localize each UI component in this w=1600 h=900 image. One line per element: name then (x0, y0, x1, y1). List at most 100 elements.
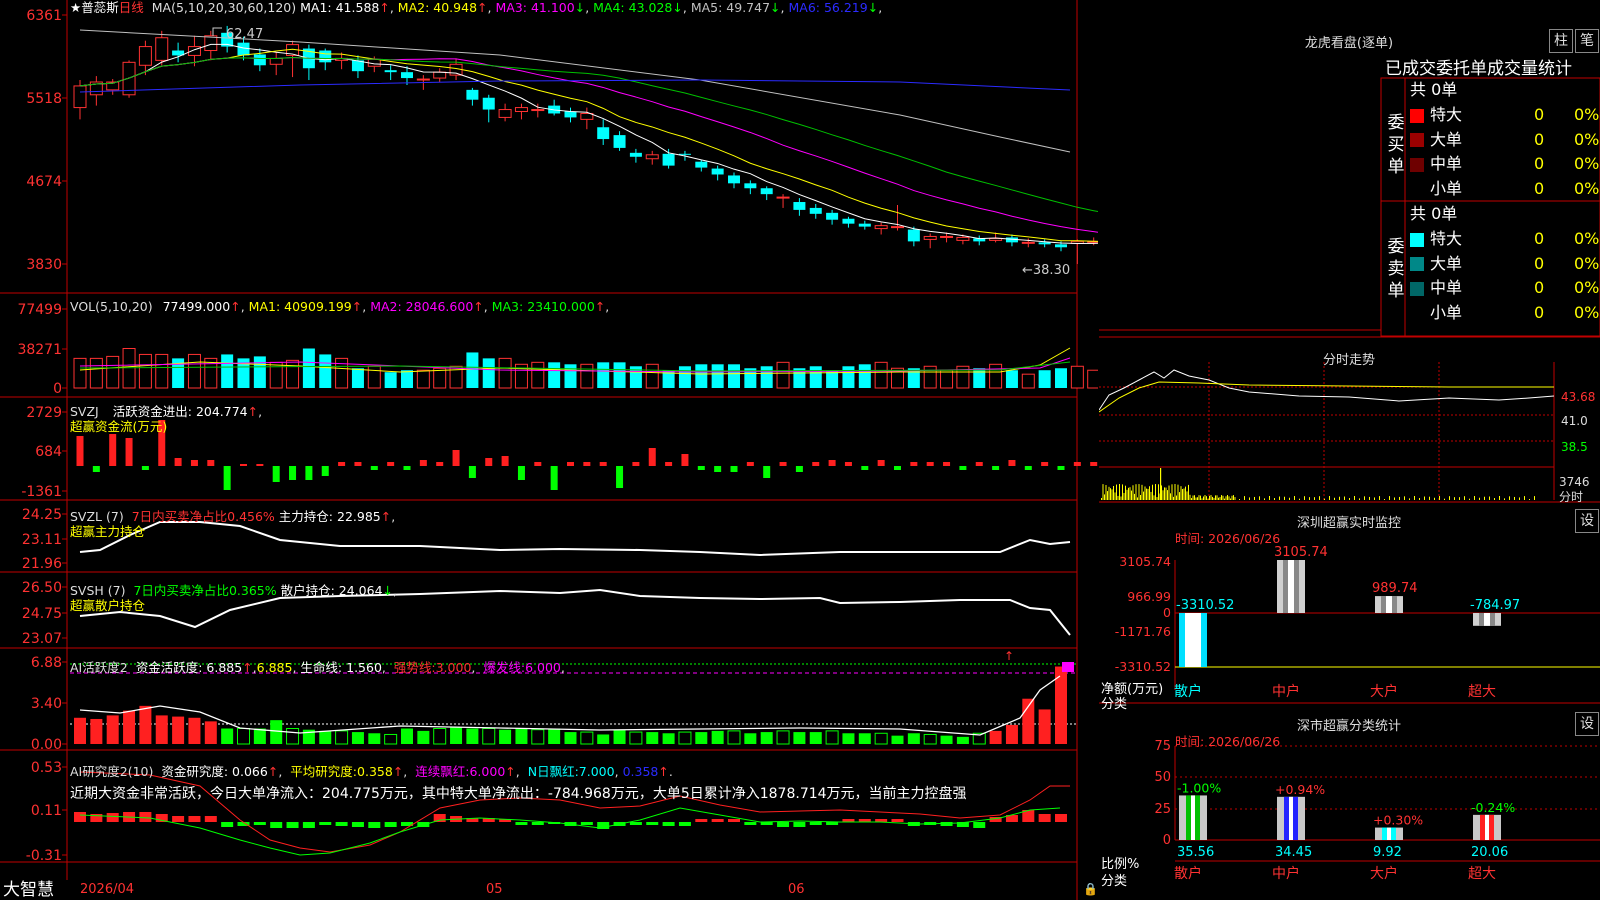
sell-total: 共 0单 (1410, 204, 1458, 223)
ai-active-bar (842, 733, 855, 744)
svzj-bar (190, 460, 198, 466)
vol-ma-arrow-3: ↑ (594, 299, 606, 314)
candle (269, 57, 283, 65)
intraday-vol-bar (1319, 496, 1320, 500)
candle (793, 202, 806, 210)
sz-class-left1: 比例% (1101, 857, 1140, 872)
intraday-vol-bar (1176, 495, 1177, 500)
intraday-vol-bar (1494, 498, 1495, 500)
buy-total: 共 0单 (1410, 80, 1458, 99)
ai-research-bar (253, 822, 266, 825)
svzj-bar (992, 466, 1000, 470)
sz-monitor-settings-button[interactable]: 设 (1575, 509, 1599, 533)
ai-research-header: AI研究度2(10) 资金研究度: 0.066↑, 平均研究度:0.358↑, … (70, 764, 673, 779)
ai-active-bar (776, 730, 790, 745)
svzl-header: SVZL (7) 7日内买卖净占比0.456% 主力持仓: 22.985↑, (70, 509, 396, 524)
intraday-vol-bar (1147, 488, 1149, 500)
volume-bar (335, 357, 349, 389)
ma-key-3: MA3: (491, 0, 531, 15)
intraday-vol-bar (1222, 495, 1224, 500)
ma-arrow-1: ↑ (379, 0, 390, 15)
sz-class-cat-2: 大户 (1370, 865, 1398, 882)
intraday-vol-bar (1349, 498, 1350, 500)
intraday-vol-bar (1379, 496, 1380, 500)
svsh-header: SVSH (7) 7日内买卖净占比0.365% 散户持仓: 24.064↓, (70, 583, 398, 598)
intraday-vol-bar (1329, 496, 1330, 500)
ai-research-bar (106, 813, 119, 822)
svzj-bar (370, 466, 378, 470)
left-chart-area[interactable]: 6361 5518 4674 3830 77499 38271 0 2729 684 -1361 2… (0, 0, 1098, 900)
intraday-vol-bar (1419, 498, 1420, 500)
volume-bar (923, 365, 937, 389)
row-pct: 0% (1574, 178, 1600, 198)
sz-class-settings-button[interactable]: 设 (1575, 712, 1599, 736)
ma-arrow-2: ↑ (477, 0, 488, 15)
candle (891, 226, 904, 229)
ai-active-bar (499, 729, 512, 744)
ai-active-bar (793, 732, 806, 744)
svzj-bar (1024, 466, 1032, 470)
ai-research-bar (368, 822, 381, 828)
svzj-bar (959, 466, 967, 470)
sell-row-1: 大单 0 0% (1410, 252, 1600, 276)
intraday-price-high: 43.68 (1561, 390, 1596, 404)
vol-ma-key-3: MA3: (487, 299, 528, 314)
star-icon[interactable]: ★ (70, 0, 81, 15)
intraday-vol-bar (1114, 492, 1116, 500)
svzj-bar (174, 458, 182, 466)
ai-research-bar (204, 816, 217, 822)
bar-view-button[interactable]: 柱 (1549, 29, 1573, 53)
intraday-vol-bar (1384, 498, 1385, 500)
volume-bar (269, 361, 283, 389)
intraday-vol-bar (1120, 496, 1122, 500)
svzj-bar (910, 462, 918, 466)
ai-active-bar (351, 732, 364, 744)
ai-research-bar (891, 819, 904, 822)
intraday-vol-bar (1152, 484, 1153, 500)
intraday-vol-bar (1369, 496, 1370, 500)
volume-bar (302, 348, 315, 388)
intraday-price-line (1099, 369, 1555, 411)
ai-research-bar (826, 822, 839, 825)
candles (73, 25, 1098, 264)
candle (842, 218, 855, 224)
brand-label[interactable]: 大智慧 (3, 880, 54, 900)
pen-view-button[interactable]: 笔 (1575, 29, 1599, 53)
candle (1021, 241, 1035, 244)
volume-bar (286, 359, 300, 389)
sz-class-bar-hl-3 (1485, 814, 1489, 840)
volume-bar (1087, 369, 1098, 389)
legend-swatch (1410, 133, 1424, 147)
volume-bar (1005, 370, 1018, 388)
svzj-bar (714, 466, 722, 472)
intraday-vol-bar (1107, 491, 1108, 500)
ai-active-bars (74, 666, 1067, 745)
sz-class-pct-0: -1.00% (1177, 780, 1221, 795)
ai-active-bar (923, 733, 937, 745)
svzj-tick-1: 684 (35, 444, 62, 460)
ai-active-bar (989, 730, 1002, 744)
svsh-tick-2: 23.07 (22, 631, 62, 647)
intraday-vol-bar (1146, 488, 1147, 500)
svzj-bar (828, 460, 836, 466)
svzj-bar (779, 462, 787, 466)
intraday-vol-bar (1143, 491, 1144, 500)
svsh-subtitle: 超赢散户持仓 (70, 598, 146, 613)
sz-monitor-tick-1: 966.99 (1127, 589, 1171, 604)
intraday-vol-bar (1117, 495, 1119, 500)
intraday-vol-bar (1162, 490, 1164, 500)
vol-ma-value-2: 28046.600 (405, 299, 474, 314)
sz-class-title: 深市超赢分类统计 (1296, 719, 1401, 734)
ai-active-bar (106, 715, 119, 744)
vol-tick-2: 0 (53, 381, 62, 397)
ai-active-bar (237, 728, 250, 745)
intraday-vol-bar (1153, 495, 1155, 500)
price-tick-2: 4674 (26, 174, 62, 190)
intraday-vol-bar (1141, 484, 1143, 500)
ma-values: MA1: 41.588↑, MA2: 40.948↑, MA3: 41.100↓… (300, 0, 883, 15)
ai-active-bar (564, 732, 577, 744)
stock-name: 普蕊斯 (81, 0, 119, 15)
ai-research-bar (302, 822, 315, 828)
row-name: 特大 (1430, 105, 1463, 124)
ai-active-header: AI活跃度2 资金活跃度: 6.885↑,6.885, 生命线: 1.560, … (70, 660, 565, 675)
